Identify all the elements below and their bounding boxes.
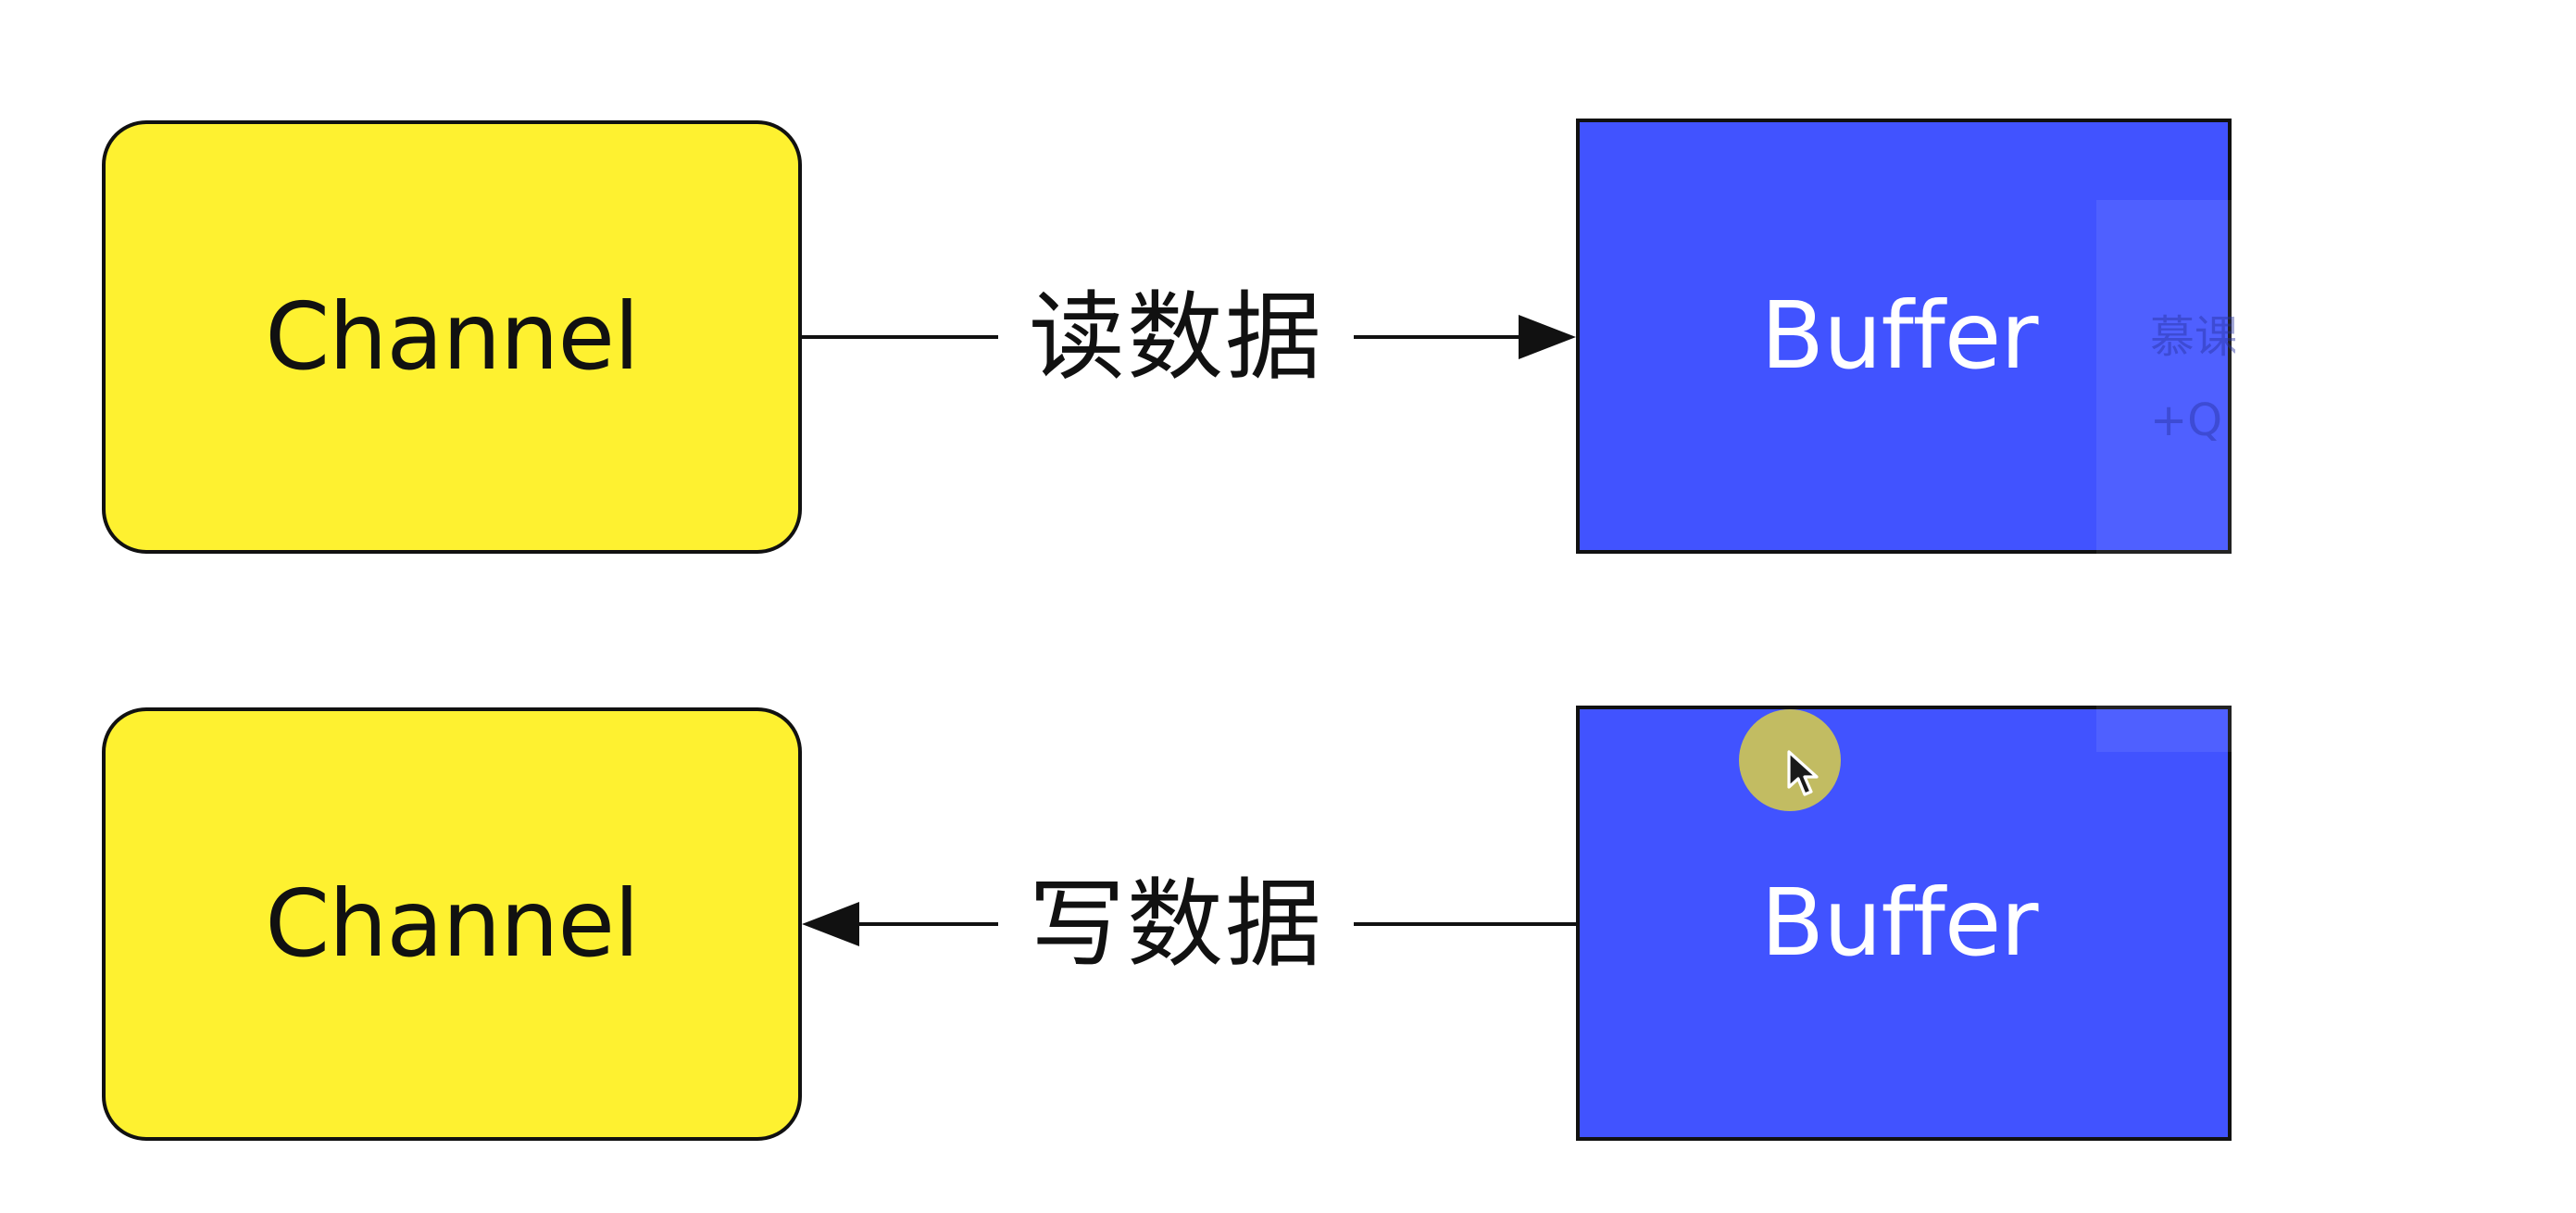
diagram-canvas: Channel Buffer Channel Buffer 读数据 写数据 慕课… xyxy=(0,0,2576,1213)
buffer-node-bottom: Buffer xyxy=(1576,706,2232,1141)
mouse-pointer-icon xyxy=(1787,750,1819,796)
watermark-line-2: +Q xyxy=(2150,394,2222,446)
channel-node-top: Channel xyxy=(102,120,802,554)
watermark-overlay: 慕课 +Q xyxy=(2096,200,2235,752)
channel-node-bottom: Channel xyxy=(102,707,802,1141)
edge-read-arrowhead xyxy=(1519,315,1576,359)
edge-read-label: 读数据 xyxy=(1028,281,1324,394)
edge-write-arrowhead xyxy=(802,902,859,946)
channel-node-top-label: Channel xyxy=(265,282,640,391)
edge-write-label: 写数据 xyxy=(1028,868,1324,981)
watermark-line-1: 慕课 xyxy=(2150,311,2235,363)
mouse-cursor xyxy=(1739,709,1841,811)
buffer-node-top-label: Buffer xyxy=(1760,281,2038,390)
channel-node-bottom-label: Channel xyxy=(265,869,640,978)
buffer-node-bottom-label: Buffer xyxy=(1760,869,2038,977)
